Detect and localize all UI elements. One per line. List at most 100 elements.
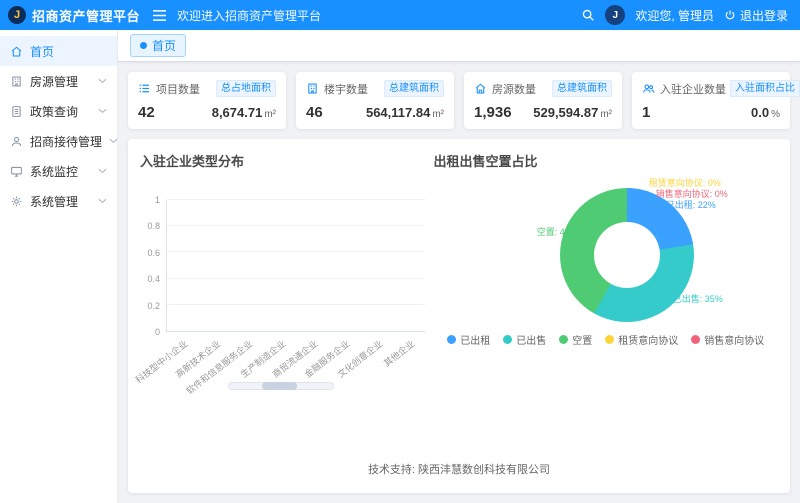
- tab-active-dot: [140, 42, 147, 49]
- stat-unit: m²: [264, 109, 276, 120]
- legend-dot: [605, 335, 614, 344]
- list-icon: [138, 82, 151, 95]
- pie-callout-sold: 已出售: 35%: [673, 292, 723, 305]
- legend-item-rented[interactable]: 已出租: [447, 332, 490, 347]
- sidebar-item-label: 系统监控: [30, 163, 78, 180]
- stat-label: 房源数量: [492, 81, 536, 97]
- home-icon: [10, 45, 23, 58]
- y-tick-label: 1: [155, 195, 160, 205]
- legend-dot: [447, 335, 456, 344]
- stat-value: 1: [642, 104, 650, 121]
- sidebar-item-label: 政策查询: [30, 103, 78, 120]
- document-icon: [10, 105, 23, 118]
- user-greeting: 欢迎您, 管理员: [635, 7, 714, 24]
- legend-dot: [559, 335, 568, 344]
- occupancy-pie-section: 出租出售空置占比 租赁意向协议: 0% 销售意向协议: 0% 已出租: 22% …: [433, 151, 778, 451]
- chevron-down-icon: [98, 168, 107, 174]
- stat-label: 项目数量: [156, 81, 200, 97]
- sidebar-item-label: 系统管理: [30, 193, 78, 210]
- sidebar-item-label: 招商接待管理: [30, 133, 102, 150]
- tabs-bar: 首页: [118, 30, 800, 62]
- building-icon: [306, 82, 319, 95]
- stat-unit: m²: [432, 109, 444, 120]
- stat-card-projects: 项目数量总占地面积 42 8,674.71m²: [128, 72, 286, 129]
- main-area: 首页 项目数量总占地面积428,674.71m²楼宇数量总建筑面积46564,1…: [118, 30, 800, 503]
- dashboard-content: 项目数量总占地面积428,674.71m²楼宇数量总建筑面积46564,117.…: [118, 62, 800, 503]
- stat-badge: 入驻面积占比: [730, 80, 800, 97]
- sidebar-menu: 首页房源管理政策查询招商接待管理系统监控系统管理: [0, 36, 117, 216]
- stat-sub-value: 8,674.71m²: [212, 105, 276, 120]
- chevron-down-icon: [98, 78, 107, 84]
- brand: J 招商资产管理平台: [8, 6, 140, 25]
- search-icon[interactable]: [581, 8, 595, 22]
- building-icon: [10, 75, 23, 88]
- legend-label: 已出租: [460, 332, 490, 347]
- tab-label: 首页: [152, 37, 176, 54]
- legend-item-vacant[interactable]: 空置: [559, 332, 592, 347]
- legend-dot: [503, 335, 512, 344]
- legend-label: 空置: [572, 332, 592, 347]
- people-icon: [10, 135, 23, 148]
- stat-sub-value: 0.0%: [751, 105, 780, 120]
- datazoom-handle[interactable]: [262, 382, 297, 390]
- sidebar-item-monitor[interactable]: 系统监控: [0, 156, 117, 186]
- datazoom-slider[interactable]: [228, 382, 334, 390]
- stat-sub-value: 529,594.87m²: [533, 105, 612, 120]
- team-icon: [642, 82, 655, 95]
- pie-callout-rented: 已出租: 22%: [666, 198, 716, 211]
- bar-chart: 00.20.40.60.81 科技型中小企业高新技术企业软件和信息服务企业生产制…: [140, 176, 433, 394]
- bar-y-axis: 00.20.40.60.81: [140, 200, 162, 332]
- chevron-down-icon: [98, 198, 107, 204]
- stat-card-buildings: 楼宇数量总建筑面积 46 564,117.84m²: [296, 72, 454, 129]
- legend-label: 销售意向协议: [704, 332, 764, 347]
- legend-item-lease-intent[interactable]: 租赁意向协议: [605, 332, 678, 347]
- legend-item-sale-intent[interactable]: 销售意向协议: [691, 332, 764, 347]
- top-header: J 招商资产管理平台 欢迎进入招商资产管理平台 J 欢迎您, 管理员 退出登录: [0, 0, 800, 30]
- logout-label: 退出登录: [740, 7, 788, 24]
- pie-chart-title: 出租出售空置占比: [433, 151, 778, 170]
- stat-value: 42: [138, 104, 155, 121]
- chevron-down-icon: [109, 138, 118, 144]
- gear-icon: [10, 195, 23, 208]
- sidebar-item-home[interactable]: 首页: [0, 36, 117, 66]
- stat-badge: 总建筑面积: [552, 80, 612, 97]
- sidebar: 首页房源管理政策查询招商接待管理系统监控系统管理: [0, 30, 118, 503]
- app-root: J 招商资产管理平台 欢迎进入招商资产管理平台 J 欢迎您, 管理员 退出登录 …: [0, 0, 800, 503]
- stat-value: 46: [306, 104, 323, 121]
- chevron-down-icon: [98, 108, 107, 114]
- legend-item-sold[interactable]: 已出售: [503, 332, 546, 347]
- y-tick-label: 0: [155, 327, 160, 337]
- logout-button[interactable]: 退出登录: [724, 7, 788, 24]
- sidebar-item-housing[interactable]: 房源管理: [0, 66, 117, 96]
- power-icon: [724, 9, 736, 21]
- y-tick-label: 0.4: [147, 274, 160, 284]
- sidebar-item-reception[interactable]: 招商接待管理: [0, 126, 117, 156]
- sidebar-item-label: 房源管理: [30, 73, 78, 90]
- tab-home[interactable]: 首页: [130, 34, 186, 57]
- stat-badge: 总占地面积: [216, 80, 276, 97]
- stats-row: 项目数量总占地面积428,674.71m²楼宇数量总建筑面积46564,117.…: [128, 72, 790, 129]
- charts-panel: 入驻企业类型分布 00.20.40.60.81 科技型中小企业高新技术企业软件和…: [128, 139, 790, 493]
- user-avatar[interactable]: J: [605, 5, 625, 25]
- house-icon: [474, 82, 487, 95]
- bar-chart-title: 入驻企业类型分布: [140, 151, 433, 170]
- legend-label: 已出售: [516, 332, 546, 347]
- stat-card-enterprises: 入驻企业数量入驻面积占比10.0%: [632, 72, 790, 129]
- stat-label: 楼宇数量: [324, 81, 368, 97]
- app-body: 首页房源管理政策查询招商接待管理系统监控系统管理 首页 项目数量总占地面积 42 8…: [0, 30, 800, 503]
- stat-sub-value: 564,117.84m²: [366, 105, 444, 120]
- y-tick-label: 0.8: [147, 221, 160, 231]
- stat-unit: m²: [600, 109, 612, 120]
- sidebar-item-policy[interactable]: 政策查询: [0, 96, 117, 126]
- x-category-label: 其他企业: [381, 337, 417, 369]
- stat-value: 1,936: [474, 104, 512, 121]
- legend-dot: [691, 335, 700, 344]
- sidebar-item-label: 首页: [30, 43, 54, 60]
- sidebar-toggle-icon[interactable]: [152, 9, 167, 22]
- app-logo-icon: J: [8, 6, 26, 24]
- stat-badge: 总建筑面积: [384, 80, 444, 97]
- pie-legend: 已出租 已出售 空置租赁意向协议 销售意向协议: [433, 332, 778, 347]
- footer-text: 技术支持: 陕西沣慧数创科技有限公司: [140, 451, 778, 481]
- sidebar-item-system[interactable]: 系统管理: [0, 186, 117, 216]
- donut-chart: 租赁意向协议: 0% 销售意向协议: 0% 已出租: 22% 空置: 41% 已…: [433, 172, 778, 324]
